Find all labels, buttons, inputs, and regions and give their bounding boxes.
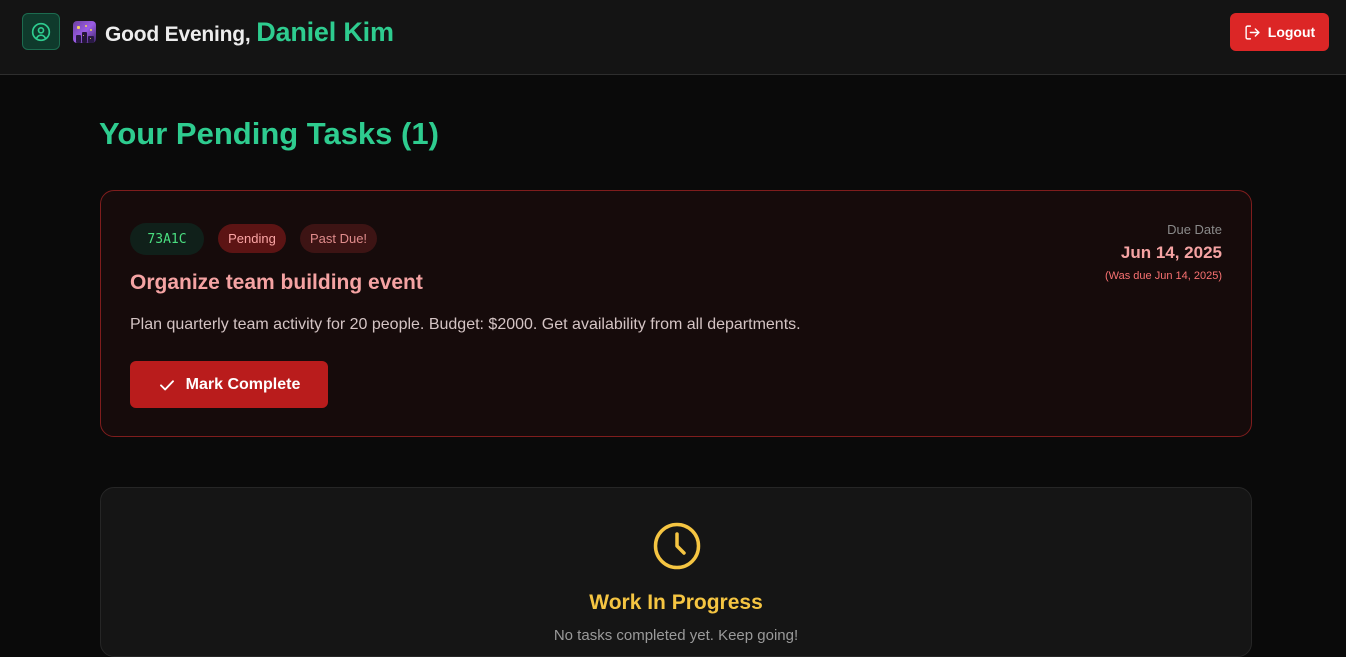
greeting-label: Good Evening,: [105, 23, 251, 46]
user-name: Daniel Kim: [256, 17, 394, 47]
user-avatar-button[interactable]: [22, 13, 60, 50]
user-circle-icon: [31, 22, 51, 41]
task-description: Plan quarterly team activity for 20 peop…: [130, 316, 801, 333]
mark-complete-label: Mark Complete: [185, 375, 301, 393]
was-due-note: (Was due Jun 14, 2025): [1105, 270, 1222, 282]
top-bar: Good Evening, Daniel Kim Logout: [0, 0, 1346, 75]
due-date-value: Jun 14, 2025: [1120, 243, 1222, 262]
status-badge: Pending: [218, 224, 286, 253]
logout-button[interactable]: Logout: [1230, 13, 1329, 51]
check-icon: [159, 379, 174, 390]
progress-title: Work In Progress: [589, 591, 763, 614]
page-title: Your Pending Tasks (1): [99, 116, 439, 151]
due-date-label: Due Date: [1167, 222, 1222, 237]
night-city-emoji-icon: [73, 21, 96, 43]
logout-label: Logout: [1267, 24, 1316, 40]
greeting-text: Good Evening, Daniel Kim: [105, 17, 394, 48]
mark-complete-button[interactable]: Mark Complete: [130, 361, 328, 408]
past-due-badge: Past Due!: [300, 224, 377, 253]
task-id-badge: 73A1C: [130, 223, 204, 255]
logout-icon: [1245, 24, 1260, 40]
progress-subtitle: No tasks completed yet. Keep going!: [553, 627, 799, 644]
task-title: Organize team building event: [130, 271, 423, 294]
clock-icon: [653, 522, 701, 570]
progress-card: Work In Progress No tasks completed yet.…: [100, 487, 1252, 657]
task-card: 73A1C Pending Past Due! Due Date Jun 14,…: [100, 190, 1252, 437]
